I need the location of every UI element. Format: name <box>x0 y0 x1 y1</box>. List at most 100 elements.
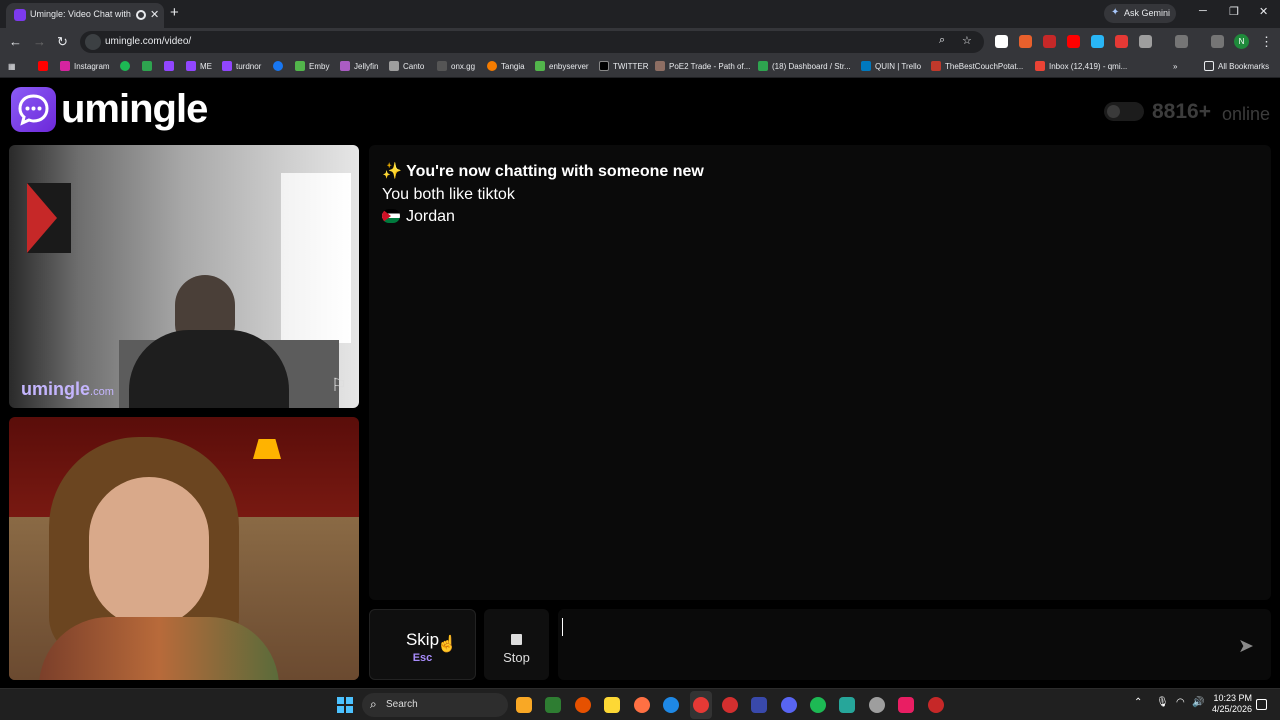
close-window-icon[interactable]: ✕ <box>1259 5 1268 18</box>
skip-button[interactable]: Skip Esc <box>369 609 476 680</box>
umingle-logo-text[interactable]: umingle <box>61 87 208 132</box>
side-panel-icon[interactable] <box>1175 35 1188 48</box>
ask-gemini-label: Ask Gemini <box>1124 8 1171 18</box>
notepad-icon[interactable] <box>839 697 855 713</box>
back-icon[interactable]: ← <box>9 34 22 49</box>
extensions-puzzle-icon[interactable] <box>1139 35 1152 48</box>
extension-k-icon[interactable] <box>995 35 1008 48</box>
new-tab-button[interactable]: + <box>170 4 179 21</box>
discord-icon[interactable] <box>781 697 797 713</box>
bookmark-twitch[interactable] <box>164 60 178 74</box>
reload-icon[interactable]: ↻ <box>57 34 68 50</box>
forward-icon[interactable]: → <box>33 34 46 49</box>
bookmark-green[interactable] <box>142 60 156 74</box>
play-app-icon[interactable] <box>545 697 561 713</box>
toggle-knob <box>1107 105 1120 118</box>
browser-tab[interactable]: Umingle: Video Chat with S ✕ <box>6 3 164 28</box>
zoom-icon[interactable]: ⌕ <box>939 34 945 47</box>
file-explorer-icon[interactable] <box>516 697 532 713</box>
bookmark-label: enbyserver <box>549 62 589 71</box>
bookmark-youtube[interactable] <box>38 60 52 74</box>
address-bar[interactable]: umingle.com/video/ ⌕ ☆ <box>80 31 984 53</box>
bookmark-turdnor[interactable]: turdnor <box>222 60 261 74</box>
extension-adblock-icon[interactable] <box>1115 35 1128 48</box>
profile-avatar[interactable]: N <box>1234 34 1249 49</box>
tray-chevron-icon[interactable]: ⌃ <box>1134 697 1142 708</box>
all-bookmarks[interactable]: All Bookmarks <box>1204 60 1269 74</box>
bookmark-enbyserver[interactable]: enbyserver <box>535 60 589 74</box>
bookmark-jellyfin[interactable]: Jellyfin <box>340 60 378 74</box>
bookmark-spotify[interactable] <box>120 60 134 74</box>
bookmark-me[interactable]: ME <box>186 60 212 74</box>
bookmark-facebook[interactable] <box>273 60 287 74</box>
chat-log: ✨ You're now chatting with someone new Y… <box>369 145 1271 600</box>
restore-icon[interactable]: ❐ <box>1229 5 1239 18</box>
bookmark-onxgg[interactable]: onx.gg <box>437 60 475 74</box>
extension-red-icon[interactable] <box>1043 35 1056 48</box>
search-icon: ⌕ <box>370 697 377 711</box>
taskbar-search-label: Search <box>386 699 418 710</box>
site-info-icon[interactable] <box>85 34 101 50</box>
online-label: online <box>1222 104 1271 124</box>
bookmark-poe2[interactable]: PoE2 Trade - Path of... <box>655 60 750 74</box>
spotify-icon <box>120 61 130 71</box>
system-clock[interactable]: 10:23 PM 4/25/2026 <box>1208 693 1252 715</box>
app-red-icon[interactable] <box>928 697 944 713</box>
bookmark-trello[interactable]: QUIN | Trello <box>861 60 921 74</box>
mouse-pointer-icon: ☝ <box>437 636 457 653</box>
start-windows-icon[interactable] <box>337 697 353 713</box>
volume-icon[interactable]: 🔊 <box>1192 697 1204 708</box>
bookmark-label: (18) Dashboard / Str... <box>772 62 851 71</box>
bookmark-twitter[interactable]: TWITTER <box>599 60 649 74</box>
wifi-icon[interactable]: ◠ <box>1176 697 1185 708</box>
message-input[interactable] <box>558 609 1271 680</box>
app-orange-icon[interactable] <box>575 697 591 713</box>
opera-icon[interactable] <box>722 697 738 713</box>
bookmark-dashboard[interactable]: (18) Dashboard / Str... <box>758 60 851 74</box>
extension-blue-icon[interactable] <box>1091 35 1104 48</box>
edge-icon[interactable] <box>663 697 679 713</box>
send-icon[interactable]: ➤ <box>1238 635 1254 658</box>
report-flag-icon[interactable]: ⚐ <box>331 375 347 396</box>
bookmark-couchpotato[interactable]: TheBestCouchPotat... <box>931 60 1023 74</box>
bookmark-label: PoE2 Trade - Path of... <box>669 62 751 71</box>
dashboard-icon <box>758 61 768 71</box>
extension-fox-icon[interactable] <box>1019 35 1032 48</box>
url-text[interactable]: umingle.com/video/ <box>105 36 191 47</box>
obs-icon[interactable] <box>869 697 885 713</box>
apps-grid-icon[interactable]: ▦ <box>8 60 16 74</box>
spotify-icon[interactable] <box>810 697 826 713</box>
ask-gemini-button[interactable]: ✦ Ask Gemini <box>1104 4 1176 23</box>
stop-button[interactable]: Stop <box>484 609 549 680</box>
firefox-icon[interactable] <box>634 697 650 713</box>
extension-youtube-icon[interactable] <box>1067 35 1080 48</box>
media-controls-icon[interactable] <box>1211 35 1224 48</box>
more-bookmarks-icon[interactable]: » <box>1173 60 1177 74</box>
window-light <box>281 173 351 343</box>
umingle-logo-icon[interactable] <box>11 87 56 132</box>
sticky-notes-icon[interactable] <box>604 697 620 713</box>
menu-kebab-icon[interactable]: ⋮ <box>1260 34 1273 50</box>
screen: Umingle: Video Chat with S ✕ + ✦ Ask Gem… <box>0 0 1280 720</box>
system-message-new-chat: ✨ You're now chatting with someone new <box>382 163 704 180</box>
taskbar-search[interactable]: ⌕ Search <box>362 693 508 717</box>
bookmark-gmail[interactable]: Inbox (12,419) - qmi... <box>1035 60 1127 74</box>
bookmark-label: TWITTER <box>613 62 649 71</box>
online-toggle[interactable] <box>1104 102 1144 121</box>
tiktok-icon[interactable] <box>898 697 914 713</box>
bookmark-tangia[interactable]: Tangia <box>487 60 525 74</box>
facebook-icon <box>273 61 283 71</box>
microphone-icon[interactable]: 🎙 <box>1156 697 1169 708</box>
couchpotato-icon <box>931 61 941 71</box>
umingle-favicon-icon <box>14 9 26 21</box>
notification-icon[interactable] <box>1256 699 1267 710</box>
bookmark-canto[interactable]: Canto <box>389 60 424 74</box>
windows-taskbar: ⌕ Search ⌃ 🎙 ◠ 🔊 10:23 PM 4/25/2026 <box>0 688 1280 720</box>
close-tab-icon[interactable]: ✕ <box>150 8 159 21</box>
teams-icon[interactable] <box>751 697 767 713</box>
minimize-icon[interactable]: ─ <box>1199 5 1207 17</box>
bookmark-star-icon[interactable]: ☆ <box>962 34 972 47</box>
bookmark-instagram[interactable]: Instagram <box>60 60 110 74</box>
chrome-icon[interactable] <box>693 697 709 713</box>
bookmark-emby[interactable]: Emby <box>295 60 329 74</box>
